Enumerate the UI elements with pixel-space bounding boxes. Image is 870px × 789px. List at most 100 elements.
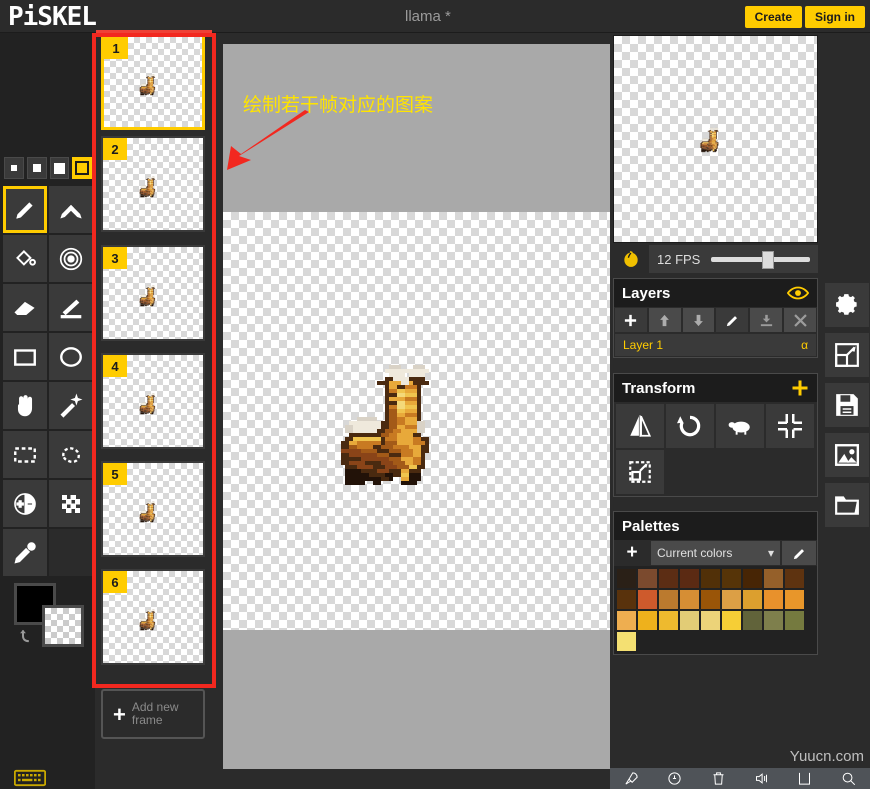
- move-layer-down-button[interactable]: [682, 308, 715, 332]
- palette-swatch[interactable]: [638, 611, 657, 630]
- move-layer-up-button[interactable]: [648, 308, 681, 332]
- pen-size-3[interactable]: [49, 157, 70, 179]
- add-new-frame-button[interactable]: + Add new frame: [101, 689, 205, 739]
- search-button[interactable]: [835, 770, 861, 788]
- palette-swatch[interactable]: [764, 590, 783, 609]
- secondary-color-swatch[interactable]: [42, 605, 84, 647]
- llama-sprite: [321, 325, 513, 517]
- palette-swatch[interactable]: [743, 590, 762, 609]
- trash-button[interactable]: [705, 770, 731, 788]
- pen-size-4[interactable]: [72, 157, 93, 179]
- crop-button[interactable]: [616, 450, 664, 494]
- open-button[interactable]: [825, 483, 869, 527]
- rename-layer-button[interactable]: [716, 308, 749, 332]
- pencil-tool[interactable]: [3, 186, 47, 233]
- plus-icon[interactable]: [791, 379, 809, 397]
- frame-item[interactable]: 1: [101, 34, 205, 130]
- palette-swatch[interactable]: [680, 590, 699, 609]
- palette-swatch[interactable]: [617, 611, 636, 630]
- drawing-canvas[interactable]: [223, 212, 610, 630]
- frames-panel[interactable]: 1 2 3 4 5 6 + Add new frame: [95, 33, 215, 789]
- sound-button[interactable]: [749, 770, 775, 788]
- lasso-select-tool[interactable]: [49, 431, 93, 478]
- palette-swatch[interactable]: [743, 569, 762, 588]
- palette-swatch[interactable]: [722, 569, 741, 588]
- export-button[interactable]: [825, 433, 869, 477]
- add-layer-button[interactable]: [615, 308, 647, 332]
- paint-bucket-tool[interactable]: [3, 235, 47, 282]
- rectangle-icon: [14, 348, 36, 366]
- layer-list-item[interactable]: Layer 1 α: [615, 334, 816, 356]
- palette-swatch[interactable]: [680, 611, 699, 630]
- palette-swatch[interactable]: [617, 569, 636, 588]
- fps-slider-thumb[interactable]: [762, 251, 775, 269]
- frame-item[interactable]: 2: [101, 136, 205, 232]
- palette-swatch[interactable]: [617, 632, 636, 651]
- sign-in-button[interactable]: Sign in: [805, 6, 865, 28]
- vertical-mirror-pen-tool[interactable]: [49, 186, 93, 233]
- add-clock-button[interactable]: [662, 770, 688, 788]
- frame-item[interactable]: 6: [101, 569, 205, 665]
- palette-swatch[interactable]: [680, 569, 699, 588]
- add-palette-button[interactable]: +: [614, 540, 650, 566]
- fps-slider[interactable]: [711, 245, 810, 273]
- palette-swatch[interactable]: [785, 569, 804, 588]
- center-button[interactable]: [766, 404, 814, 448]
- palette-swatch[interactable]: [617, 590, 636, 609]
- palette-swatch[interactable]: [785, 611, 804, 630]
- stroke-tool[interactable]: [49, 284, 93, 331]
- edit-palette-button[interactable]: [782, 541, 816, 565]
- rectangle-select-tool[interactable]: [3, 431, 47, 478]
- frame-item[interactable]: 4: [101, 353, 205, 449]
- move-tool[interactable]: [3, 382, 47, 429]
- eraser-tool[interactable]: [3, 284, 47, 331]
- palette-swatch[interactable]: [659, 569, 678, 588]
- eye-icon[interactable]: [787, 285, 809, 301]
- onion-skin-button[interactable]: [613, 245, 649, 273]
- palette-swatch[interactable]: [701, 590, 720, 609]
- palette-swatch[interactable]: [701, 569, 720, 588]
- save-button[interactable]: [825, 383, 869, 427]
- palette-dropdown[interactable]: Current colors ▾: [651, 541, 780, 565]
- rectangle-tool[interactable]: [3, 333, 47, 380]
- lighten-tool[interactable]: [3, 480, 47, 527]
- palette-swatch[interactable]: [701, 611, 720, 630]
- settings-button[interactable]: [825, 283, 869, 327]
- merge-layer-button[interactable]: [750, 308, 783, 332]
- eyedropper-icon: [14, 541, 36, 563]
- resize-button[interactable]: [825, 333, 869, 377]
- frame-item[interactable]: 5: [101, 461, 205, 557]
- paint-all-similar-tool[interactable]: [49, 235, 93, 282]
- palette-swatch[interactable]: [743, 611, 762, 630]
- swap-colors-icon[interactable]: [18, 627, 38, 647]
- palette-swatch[interactable]: [638, 569, 657, 588]
- pen-size-1[interactable]: [4, 157, 24, 179]
- pen-size-2[interactable]: [26, 157, 47, 179]
- circle-tool[interactable]: [49, 333, 93, 380]
- create-button[interactable]: Create: [744, 6, 802, 28]
- layer-opacity-label[interactable]: α: [801, 338, 808, 352]
- palette-swatch[interactable]: [659, 590, 678, 609]
- frame-item[interactable]: 3: [101, 245, 205, 341]
- palette-swatch[interactable]: [638, 590, 657, 609]
- delete-layer-button[interactable]: [784, 308, 816, 332]
- merge-down-icon: [760, 314, 772, 326]
- clone-button[interactable]: [716, 404, 764, 448]
- palette-swatch[interactable]: [722, 590, 741, 609]
- flip-horizontal-button[interactable]: [616, 404, 664, 448]
- palette-swatch[interactable]: [659, 611, 678, 630]
- palette-swatch[interactable]: [785, 590, 804, 609]
- palette-swatch[interactable]: [764, 569, 783, 588]
- animation-preview[interactable]: [613, 35, 818, 243]
- dithering-tool[interactable]: [49, 480, 93, 527]
- plus-icon: [625, 314, 637, 326]
- magic-wand-tool[interactable]: [49, 382, 93, 429]
- keyboard-icon[interactable]: [14, 768, 46, 788]
- frame-number: 6: [103, 571, 127, 593]
- launch-button[interactable]: [619, 770, 645, 788]
- color-picker-tool[interactable]: [3, 529, 47, 576]
- rotate-button[interactable]: [666, 404, 714, 448]
- palette-swatch[interactable]: [764, 611, 783, 630]
- window-button[interactable]: [792, 770, 818, 788]
- palette-swatch[interactable]: [722, 611, 741, 630]
